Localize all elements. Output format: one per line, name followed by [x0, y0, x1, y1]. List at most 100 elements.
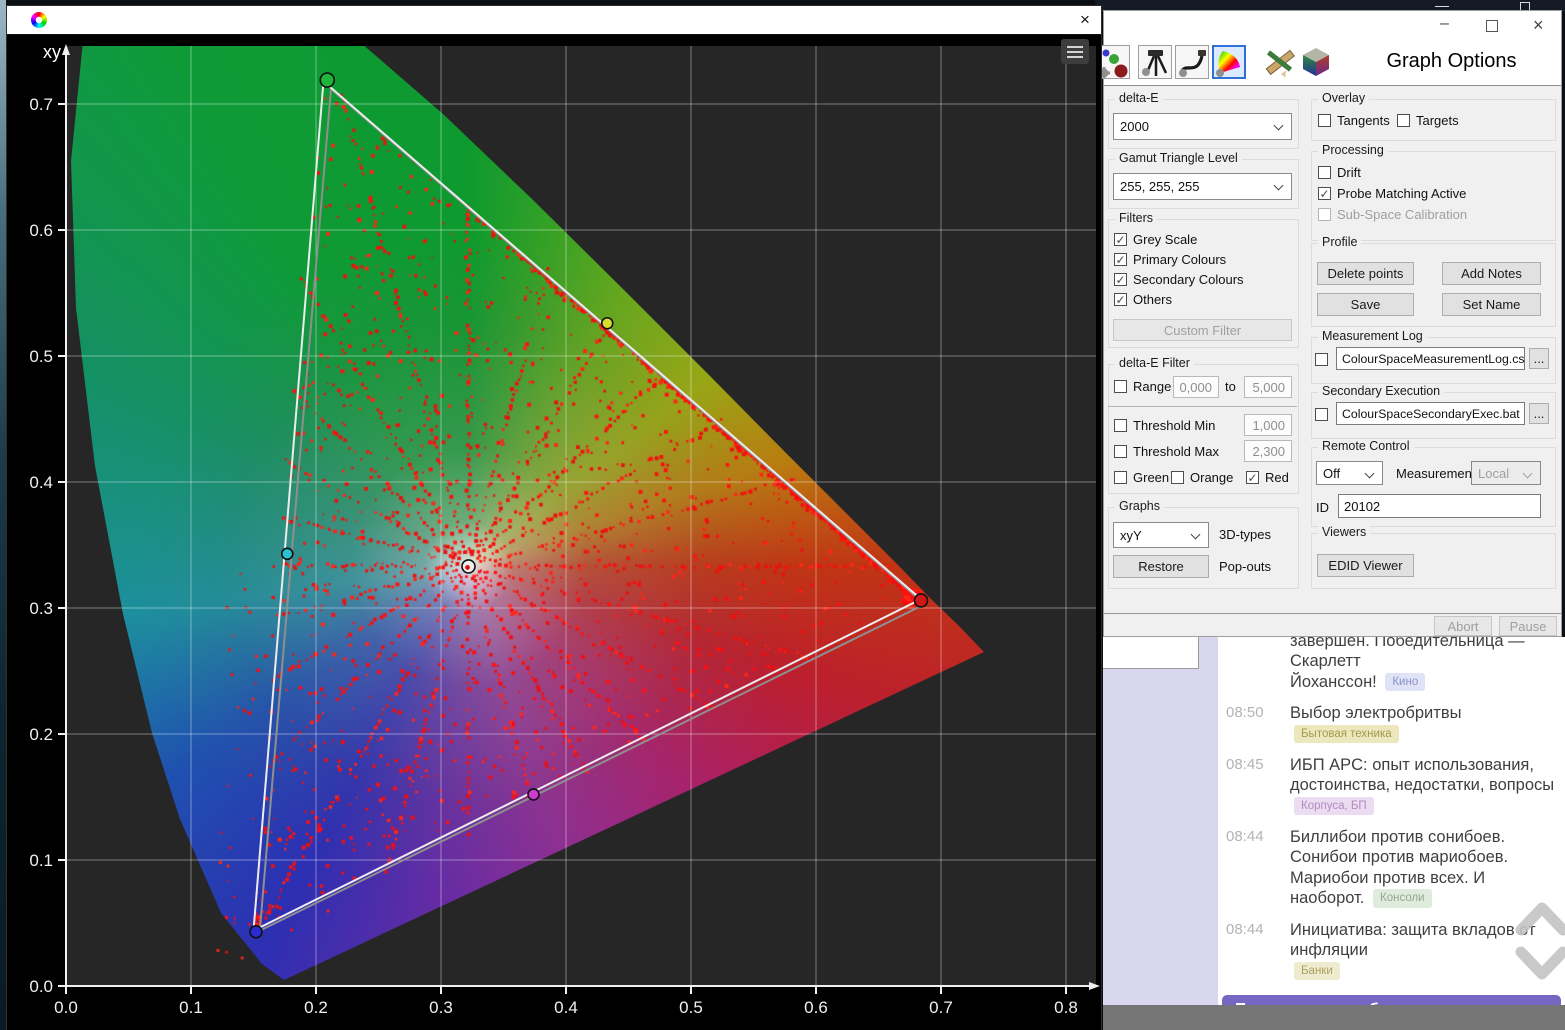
pause-button[interactable]: Pause — [1499, 616, 1557, 636]
svg-text:xy: xy — [43, 42, 61, 62]
colour-wheel-logo-icon — [31, 12, 47, 28]
edid-viewer-button[interactable]: EDID Viewer — [1317, 554, 1414, 577]
chevron-down-icon — [1191, 530, 1201, 540]
chevron-down-icon[interactable] — [1521, 952, 1563, 974]
browser-window: завершен. Победительница — Скарлетт Йоха… — [1103, 637, 1565, 1030]
measurement-log-checkbox[interactable] — [1315, 353, 1328, 366]
toolbar-cable-button[interactable] — [1175, 45, 1209, 79]
close-icon[interactable]: × — [1533, 15, 1544, 36]
range-from-field[interactable]: 0,000 — [1173, 376, 1219, 398]
measurement-log-browse-button[interactable]: ... — [1529, 348, 1549, 369]
measurement-log-field[interactable]: ColourSpaceMeasurementLog.csv — [1336, 347, 1525, 370]
news-tag[interactable]: Банки — [1294, 962, 1340, 980]
graph-options-toolbar: Graph Options — [1104, 42, 1561, 86]
toolbar-tripod-button[interactable] — [1138, 45, 1172, 79]
cube-3d-icon — [1299, 45, 1333, 79]
svg-text:0.0: 0.0 — [54, 998, 78, 1017]
divider — [1104, 613, 1561, 614]
xy-chart: 0.00.10.20.30.40.50.60.70.80.00.10.20.30… — [7, 34, 1101, 1030]
svg-text:0.2: 0.2 — [29, 725, 53, 744]
custom-filter-button[interactable]: Custom Filter — [1113, 319, 1292, 341]
list-item[interactable]: завершен. Победительница — Скарлетт Йоха… — [1218, 637, 1565, 694]
close-icon[interactable]: × — [1073, 8, 1097, 32]
toolbar-3d-cube-button[interactable] — [1299, 45, 1333, 79]
range-checkbox[interactable] — [1114, 380, 1127, 393]
toolbar-profile-edit-button[interactable] — [1263, 45, 1297, 79]
save-button[interactable]: Save — [1317, 293, 1414, 316]
list-item[interactable]: 08:45 ИБП APC: опыт использования, досто… — [1218, 746, 1565, 818]
list-item[interactable]: 08:44 Инициатива: защита вкладов от инфл… — [1218, 911, 1565, 983]
restore-button[interactable]: Restore — [1113, 555, 1209, 578]
red-checkbox[interactable]: ✓ — [1246, 471, 1259, 484]
browser-bottom-bar — [1103, 1005, 1565, 1030]
cable-icon — [1176, 46, 1208, 78]
graph-options-window: – × — [1103, 10, 1562, 637]
chevron-down-icon — [1274, 121, 1284, 131]
delta-e-select[interactable]: 2000 — [1113, 113, 1292, 140]
tangents-checkbox[interactable] — [1318, 114, 1331, 127]
news-tag[interactable]: Корпуса, БП — [1294, 797, 1374, 815]
probe-matching-checkbox[interactable]: ✓ — [1318, 187, 1331, 200]
minimize-icon[interactable]: – — [1440, 15, 1449, 33]
graph-window-titlebar[interactable]: × — [7, 6, 1101, 35]
svg-text:0.5: 0.5 — [679, 998, 703, 1017]
secondary-execution-browse-button[interactable]: ... — [1529, 403, 1549, 424]
range-to-field[interactable]: 5,000 — [1244, 376, 1292, 398]
orange-checkbox[interactable] — [1171, 471, 1184, 484]
chart-menu-button[interactable] — [1061, 39, 1089, 64]
set-name-button[interactable]: Set Name — [1442, 293, 1541, 316]
measurement-select: Local — [1471, 461, 1541, 485]
magenta-secondary-marker — [528, 789, 539, 800]
gamut-triangle-level-select[interactable]: 255, 255, 255 — [1113, 173, 1292, 200]
abort-button[interactable]: Abort — [1434, 616, 1492, 636]
green-checkbox[interactable] — [1114, 471, 1127, 484]
news-tag[interactable]: Кино — [1385, 673, 1425, 691]
maximize-icon[interactable] — [1486, 20, 1498, 32]
scroll-chevrons[interactable] — [1515, 890, 1565, 994]
graph-options-titlebar: – × — [1104, 11, 1561, 42]
secondary-colours-checkbox[interactable]: ✓ — [1114, 273, 1127, 286]
cyan-secondary-marker — [282, 548, 293, 559]
remote-id-field[interactable]: 20102 — [1338, 494, 1541, 518]
news-title: ИБП APC: опыт использования, достоинства… — [1290, 755, 1561, 817]
news-tag[interactable]: Бытовая техника — [1294, 725, 1399, 743]
yellow-secondary-marker — [602, 318, 613, 329]
svg-text:0.5: 0.5 — [29, 347, 53, 366]
list-item[interactable]: 08:50 Выбор электробритвы Бытовая техник… — [1218, 694, 1565, 746]
graphs-select[interactable]: xyY — [1113, 522, 1209, 548]
green-primary-marker — [320, 73, 334, 87]
sub-space-calibration-checkbox — [1318, 208, 1331, 221]
secondary-execution-field[interactable]: ColourSpaceSecondaryExec.bat — [1336, 402, 1525, 425]
divider — [1108, 406, 1297, 407]
toolbar-gamut-graph-button[interactable] — [1212, 45, 1246, 79]
drift-checkbox[interactable] — [1318, 166, 1331, 179]
delete-points-button[interactable]: Delete points — [1317, 262, 1414, 285]
primary-colours-checkbox[interactable]: ✓ — [1114, 253, 1127, 266]
threshold-max-checkbox[interactable] — [1114, 445, 1127, 458]
secondary-execution-checkbox[interactable] — [1315, 408, 1328, 421]
svg-text:0.2: 0.2 — [304, 998, 328, 1017]
3d-types-link[interactable]: 3D-types — [1219, 527, 1271, 542]
threshold-min-field[interactable]: 1,000 — [1244, 414, 1292, 436]
others-checkbox[interactable]: ✓ — [1114, 293, 1127, 306]
chevron-up-icon[interactable] — [1521, 908, 1563, 930]
targets-checkbox[interactable] — [1397, 114, 1410, 127]
news-tag[interactable]: Консоли — [1373, 889, 1432, 907]
grey-scale-checkbox[interactable]: ✓ — [1114, 233, 1127, 246]
pop-outs-link[interactable]: Pop-outs — [1219, 559, 1271, 574]
news-time: 08:44 — [1226, 920, 1282, 982]
news-time: 08:50 — [1226, 703, 1282, 745]
news-time: 08:44 — [1226, 827, 1282, 910]
remote-control-mode-select[interactable]: Off — [1316, 461, 1383, 485]
forum-news-list: завершен. Победительница — Скарлетт Йоха… — [1218, 637, 1565, 1005]
browser-white-box — [1103, 637, 1199, 669]
threshold-min-checkbox[interactable] — [1114, 419, 1127, 432]
svg-text:0.7: 0.7 — [29, 95, 53, 114]
add-notes-button[interactable]: Add Notes — [1442, 262, 1541, 285]
threshold-max-field[interactable]: 2,300 — [1244, 440, 1292, 462]
svg-text:0.6: 0.6 — [29, 221, 53, 240]
colourspace-graph-window: × 0.00.10.20.30.40.50.60.70.80.00.10.20.… — [6, 5, 1102, 1030]
ruler-pencil-icon — [1263, 45, 1297, 79]
list-item[interactable]: 08:44 Биллибои против сонибоев. Сонибои … — [1218, 818, 1565, 911]
tripod-icon — [1139, 46, 1171, 78]
